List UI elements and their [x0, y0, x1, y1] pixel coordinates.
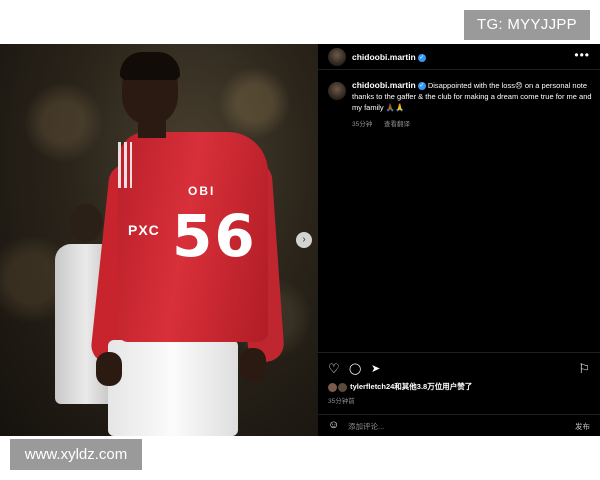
caption-meta: 35分钟 查看翻译: [352, 118, 420, 128]
shirt-sponsor: PXC: [128, 222, 160, 238]
likes-text: tylerfletch24和其他3.8万位用户赞了: [350, 382, 473, 391]
emoji-icon[interactable]: ☺: [328, 419, 339, 431]
verified-icon: ✓: [417, 82, 426, 91]
post-header: chidoobi.martin ✓ •••: [318, 44, 600, 70]
post-photo[interactable]: OBI 56 PXC ›: [0, 44, 318, 436]
likes-line[interactable]: tylerfletch24和其他3.8万位用户赞了: [328, 381, 472, 392]
jersey-number: 56: [172, 202, 257, 270]
liker-avatar: [338, 382, 347, 392]
heart-icon[interactable]: ♡: [328, 361, 340, 377]
instagram-post: OBI 56 PXC › chidoobi.martin ✓ ••• chidoo…: [0, 44, 600, 436]
posted-time: 35分钟前: [328, 398, 355, 405]
verified-icon: ✓: [417, 53, 426, 62]
player-figure: OBI 56 PXC: [89, 52, 292, 436]
watermark-top: TG: MYYJJPP: [464, 10, 590, 40]
avatar[interactable]: [328, 48, 346, 66]
bookmark-icon[interactable]: ⚐: [578, 361, 590, 377]
jersey-name: OBI: [188, 184, 216, 198]
header-username[interactable]: chidoobi.martin ✓: [352, 52, 426, 62]
translate-link[interactable]: 查看翻译: [384, 121, 410, 128]
more-options-icon[interactable]: •••: [574, 48, 590, 62]
post-comment-button[interactable]: 发布: [575, 421, 590, 432]
watermark-bottom: www.xyldz.com: [10, 439, 142, 470]
share-icon[interactable]: ➤: [371, 362, 380, 375]
post-caption: chidoobi.martin ✓ Disappointed with the l…: [352, 80, 592, 113]
liker-avatar: [328, 382, 337, 392]
caption-username[interactable]: chidoobi.martin: [352, 80, 416, 90]
comment-input[interactable]: 添加评论...: [348, 421, 384, 432]
post-actions: ♡ ◯ ➤ ⚐ tylerfletch24和其他3.8万位用户赞了 35分钟前: [318, 352, 600, 412]
post-panel: chidoobi.martin ✓ ••• chidoobi.martin ✓ Di…: [318, 44, 600, 436]
comment-icon[interactable]: ◯: [349, 362, 361, 375]
page: TG: MYYJJPP OBI 56 PXC › chidoobi.martin…: [0, 0, 600, 480]
next-photo-icon[interactable]: ›: [296, 232, 312, 248]
comment-bar: ☺ 添加评论... 发布: [318, 414, 600, 436]
caption-avatar[interactable]: [328, 82, 346, 100]
caption-time: 35分钟: [352, 121, 373, 128]
